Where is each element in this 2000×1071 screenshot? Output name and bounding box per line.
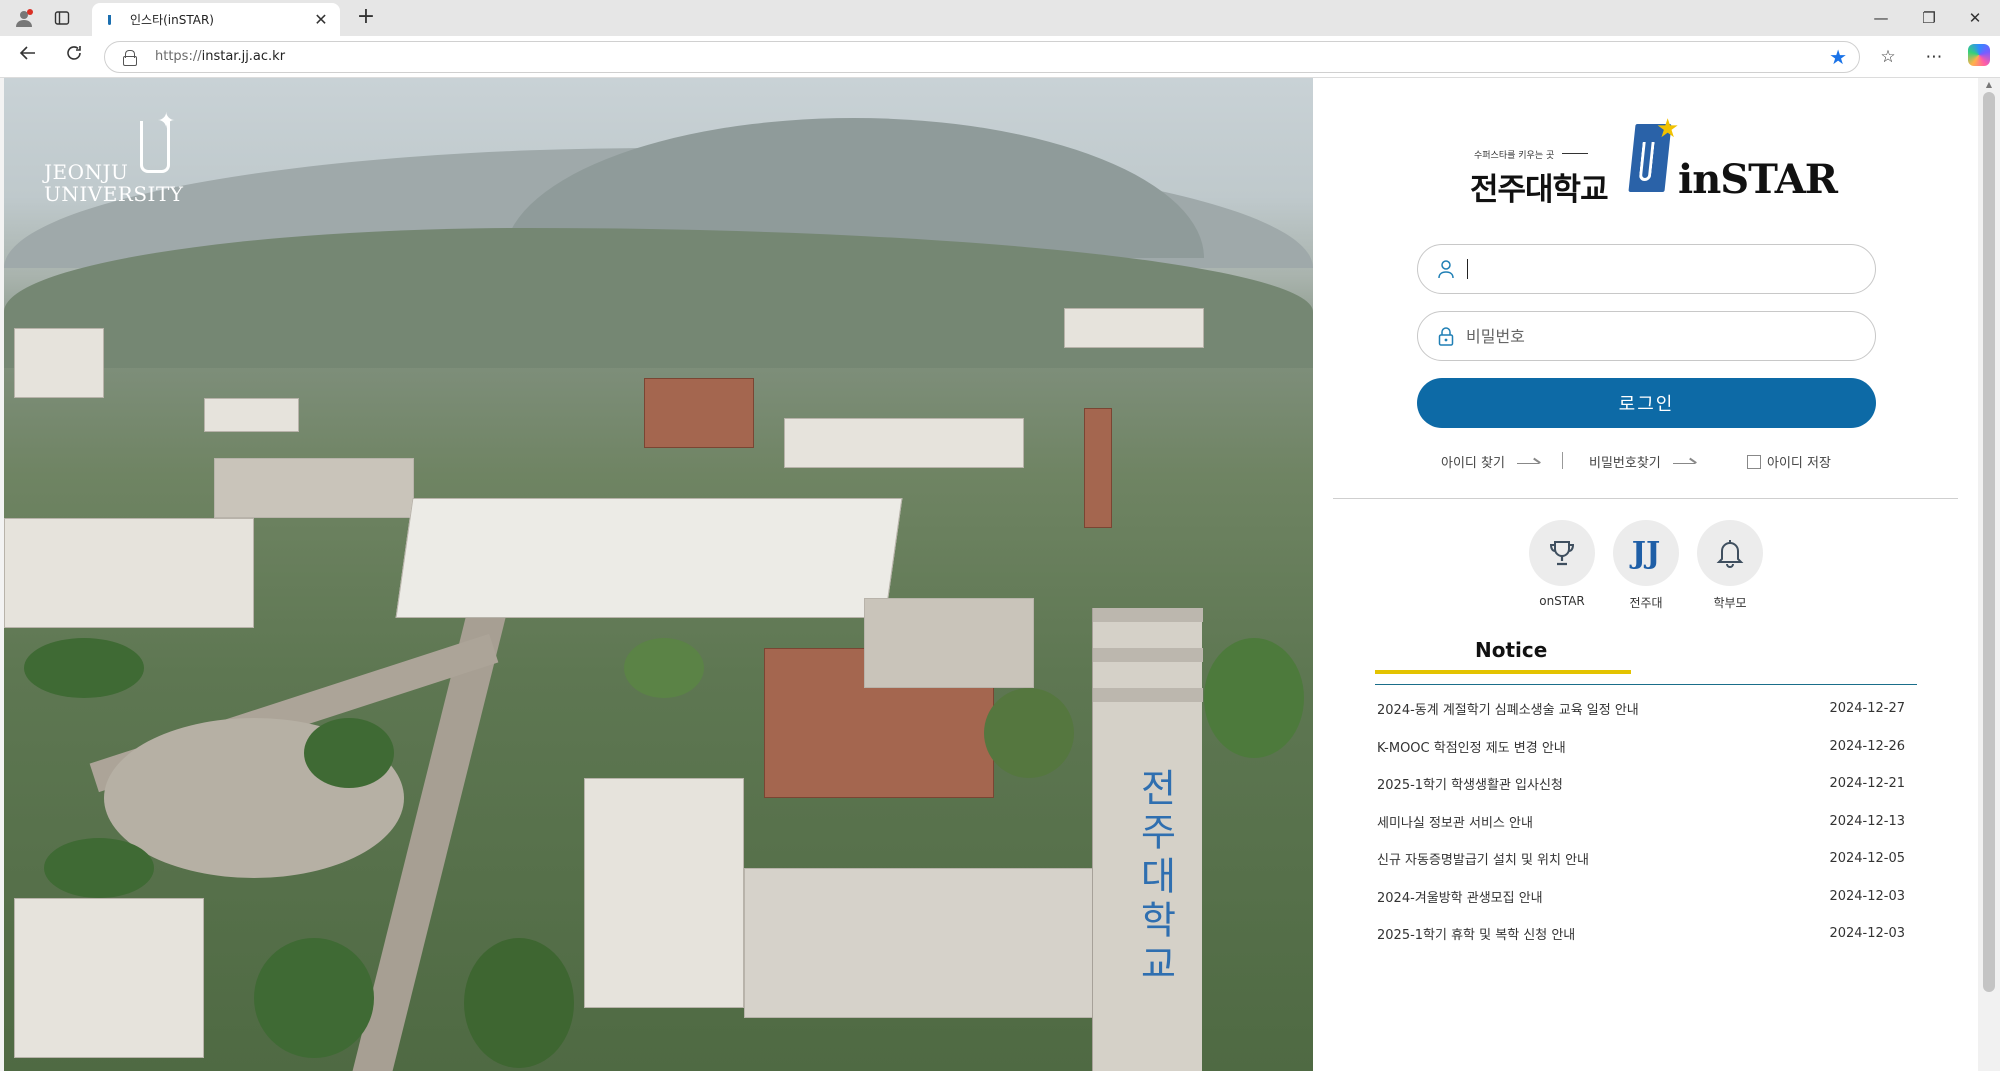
favorites-icon[interactable]: ☆ — [1874, 43, 1902, 71]
profile-icon[interactable] — [10, 4, 38, 32]
more-options-icon[interactable]: ⋯ — [1920, 43, 1948, 71]
browser-toolbar: https://instar.jj.ac.kr ★ ☆ ⋯ — [0, 36, 2000, 78]
checkbox-icon[interactable] — [1747, 454, 1761, 469]
find-id-link[interactable]: 아이디 찾기 — [1441, 452, 1539, 471]
tab-title: 인스타(inSTAR) — [130, 13, 214, 27]
campus-tower: 전주대학교 — [1092, 608, 1203, 1071]
notice-item[interactable]: 2025-1학기 학생생활관 입사신청 2024-12-21 — [1377, 765, 1917, 803]
arrow-icon — [1516, 456, 1539, 464]
jeonju-university-logo: ✦ JEONJU UNIVERSITY — [44, 109, 184, 206]
section-divider — [1333, 498, 1958, 499]
quick-link-jeonju[interactable]: JJ 전주대 — [1613, 520, 1679, 611]
new-tab-button[interactable]: + — [352, 4, 380, 32]
brand-name-en: inSTAR — [1678, 156, 1838, 203]
trophy-icon[interactable] — [1529, 520, 1595, 586]
address-bar[interactable]: https://instar.jj.ac.kr ★ — [104, 41, 1860, 73]
close-tab-icon[interactable]: ✕ — [312, 10, 330, 29]
instar-brand-logo: 수퍼스타를 키우는 곳 전주대학교 ★ inSTAR — [1470, 114, 1838, 208]
favicon-icon — [106, 13, 116, 27]
scrollbar-thumb[interactable] — [1983, 92, 1995, 992]
id-input[interactable] — [1466, 255, 1856, 283]
bell-icon[interactable] — [1697, 520, 1763, 586]
copilot-icon[interactable] — [1968, 44, 1990, 66]
scroll-up-icon[interactable]: ▲ — [1983, 80, 1995, 90]
notice-item[interactable]: 2024-겨울방학 관생모집 안내 2024-12-03 — [1377, 878, 1917, 916]
url-text: https://instar.jj.ac.kr — [155, 49, 286, 64]
tab-actions-icon[interactable] — [48, 4, 76, 32]
minimize-icon[interactable]: — — [1858, 4, 1904, 32]
star-icon: ★ — [1656, 114, 1680, 144]
browser-tab-bar: 인스타(inSTAR) ✕ + — ❐ ✕ — [0, 0, 2000, 36]
quick-link-onstar[interactable]: onSTAR — [1529, 520, 1595, 608]
notice-item[interactable]: 세미나실 정보관 서비스 안내 2024-12-13 — [1377, 803, 1917, 841]
login-button[interactable]: 로그인 — [1417, 378, 1876, 428]
password-field[interactable] — [1417, 311, 1876, 361]
campus-photo: 전주대학교 ✦ JEONJU UNIVERSITY — [4, 78, 1313, 1071]
brand-slogan: 수퍼스타를 키우는 곳 — [1474, 151, 1555, 161]
notice-item[interactable]: 2024-동계 계절학기 심폐소생술 교육 일정 안내 2024-12-27 — [1377, 690, 1917, 728]
id-field[interactable] — [1417, 244, 1876, 294]
notice-item[interactable]: K-MOOC 학점인정 제도 변경 안내 2024-12-26 — [1377, 728, 1917, 766]
notice-title: Notice — [1475, 638, 1548, 662]
find-password-link[interactable]: 비밀번호찾기 — [1589, 452, 1695, 471]
quick-link-parents[interactable]: 학부모 — [1697, 520, 1763, 611]
tab-instar[interactable]: 인스타(inSTAR) ✕ — [92, 3, 340, 36]
notice-item[interactable]: 신규 자동증명발급기 설치 및 위치 안내 2024-12-05 — [1377, 840, 1917, 878]
notice-list: 2024-동계 계절학기 심폐소생술 교육 일정 안내 2024-12-27 K-… — [1377, 690, 1917, 953]
user-icon — [1436, 259, 1456, 281]
restore-icon[interactable]: ❐ — [1906, 4, 1952, 32]
save-id-checkbox[interactable]: 아이디 저장 — [1747, 452, 1831, 471]
notice-item[interactable]: 2025-1학기 휴학 및 복학 신청 안내 2024-12-03 — [1377, 915, 1917, 953]
notice-divider — [1375, 684, 1917, 685]
padlock-icon — [1436, 326, 1456, 348]
tower-sign: 전주대학교 — [1133, 768, 1177, 988]
back-icon[interactable] — [14, 43, 42, 71]
close-window-icon[interactable]: ✕ — [1952, 4, 1998, 32]
text-caret — [1467, 259, 1468, 279]
arrow-icon — [1672, 456, 1695, 464]
favorite-star-icon[interactable]: ★ — [1829, 45, 1847, 69]
brand-name-ko: 전주대학교 — [1470, 172, 1609, 208]
jj-logo-icon[interactable]: JJ — [1613, 520, 1679, 586]
notice-tab-underline — [1375, 670, 1631, 674]
password-input[interactable] — [1466, 322, 1856, 350]
lock-icon[interactable] — [123, 50, 137, 66]
refresh-icon[interactable] — [60, 43, 88, 71]
login-sub-links: 아이디 찾기 비밀번호찾기 아이디 저장 — [1417, 450, 1876, 472]
